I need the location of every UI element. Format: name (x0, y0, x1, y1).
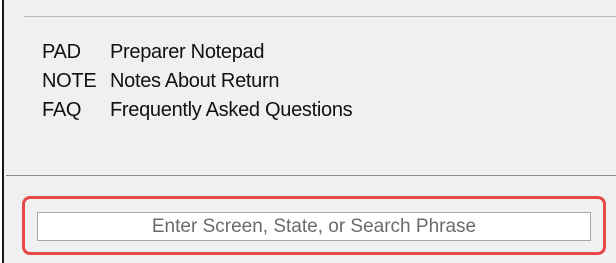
section-divider (6, 175, 616, 176)
shortcut-item-pad[interactable]: PAD Preparer Notepad (42, 38, 352, 67)
shortcut-code: PAD (42, 41, 81, 63)
shortcut-item-faq[interactable]: FAQ Frequently Asked Questions (42, 96, 353, 125)
shortcut-code: FAQ (42, 99, 82, 121)
shortcut-item-note[interactable]: NOTE Notes About Return (42, 67, 352, 96)
shortcut-description: Notes About Return (110, 70, 280, 92)
top-divider (24, 16, 616, 17)
shortcut-description: Frequently Asked Questions (110, 99, 353, 121)
shortcut-code: NOTE (42, 70, 97, 92)
shortcut-description: Preparer Notepad (110, 41, 265, 63)
shortcut-list: PAD Preparer Notepad NOTE Notes About Re… (42, 38, 353, 125)
search-input[interactable] (37, 212, 591, 241)
